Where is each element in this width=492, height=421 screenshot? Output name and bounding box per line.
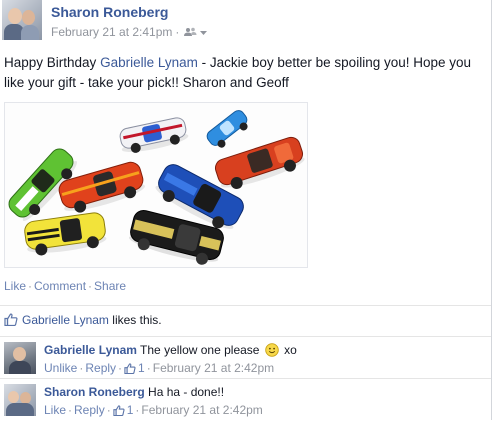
comment-body: Gabrielle Lynam The yellow one please xo (44, 343, 297, 357)
action-separator: · (28, 279, 33, 293)
tagged-user-link[interactable]: Gabrielle Lynam (100, 55, 198, 70)
reply-link[interactable]: Reply (74, 403, 105, 417)
share-link[interactable]: Share (94, 279, 126, 293)
meta-separator: · (118, 361, 123, 375)
post-meta: February 21 at 2:41pm · (51, 25, 208, 39)
reply-link[interactable]: Reply (85, 361, 116, 375)
post-author-name[interactable]: Sharon Roneberg (51, 4, 168, 20)
likes-suffix: likes this. (108, 313, 162, 327)
audience-selector[interactable] (184, 27, 208, 37)
commenter-name-link[interactable]: Gabrielle Lynam (44, 343, 137, 357)
friends-icon (184, 27, 197, 36)
thumbs-up-icon (124, 362, 136, 374)
thumbs-up-icon (113, 404, 125, 416)
post-photo[interactable] (4, 102, 308, 268)
comment-timestamp[interactable]: February 21 at 2:42pm (153, 361, 274, 375)
like-link[interactable]: Like (44, 403, 66, 417)
toy-cars-photo (5, 103, 307, 267)
thumbs-up-icon (4, 313, 18, 326)
smiley-icon (265, 343, 279, 357)
comment-text-end: xo (280, 343, 297, 357)
comment-meta: Unlike · Reply · 1 · February 21 at 2:42pm (44, 361, 274, 375)
like-count-value: 1 (126, 403, 134, 417)
post-text-start: Happy Birthday (4, 55, 101, 70)
comment-like-count[interactable]: 1 (113, 403, 134, 417)
comment-link[interactable]: Comment (34, 279, 86, 293)
comment-item: Gabrielle Lynam The yellow one please xo… (0, 336, 491, 378)
like-link[interactable]: Like (4, 279, 26, 293)
comment-text: Ha ha - done!! (144, 385, 225, 399)
comment-like-count[interactable]: 1 (124, 361, 145, 375)
commenter-avatar[interactable] (4, 384, 36, 416)
meta-separator: · (68, 403, 73, 417)
comment-item: Sharon Roneberg Ha ha - done!! Like · Repl… (0, 378, 491, 421)
commenter-avatar[interactable] (4, 342, 36, 374)
post-timestamp[interactable]: February 21 at 2:41pm (51, 25, 172, 39)
facebook-post: Sharon Roneberg February 21 at 2:41pm · … (0, 0, 492, 420)
meta-separator: · (146, 361, 151, 375)
likes-text: Gabrielle Lynam likes this. (22, 313, 162, 327)
post-message: Happy Birthday Gabrielle Lynam - Jackie … (4, 53, 484, 93)
author-avatar[interactable] (2, 0, 42, 40)
comment-timestamp[interactable]: February 21 at 2:42pm (141, 403, 262, 417)
comment-body: Sharon Roneberg Ha ha - done!! (44, 385, 224, 399)
post-actions: Like · Comment · Share (4, 279, 126, 293)
like-count-value: 1 (138, 361, 145, 375)
meta-separator: · (135, 403, 140, 417)
meta-separator: · (106, 403, 111, 417)
unlike-link[interactable]: Unlike (44, 361, 77, 375)
comment-meta: Like · Reply · 1 · February 21 at 2:42pm (44, 403, 263, 417)
liker-name-link[interactable]: Gabrielle Lynam (22, 313, 109, 327)
commenter-name-link[interactable]: Sharon Roneberg (44, 385, 145, 399)
meta-separator: · (79, 361, 84, 375)
meta-separator: · (175, 25, 180, 39)
chevron-down-icon (200, 30, 208, 35)
comment-text: The yellow one please (136, 343, 263, 357)
action-separator: · (88, 279, 93, 293)
likes-summary: Gabrielle Lynam likes this. (0, 305, 491, 334)
